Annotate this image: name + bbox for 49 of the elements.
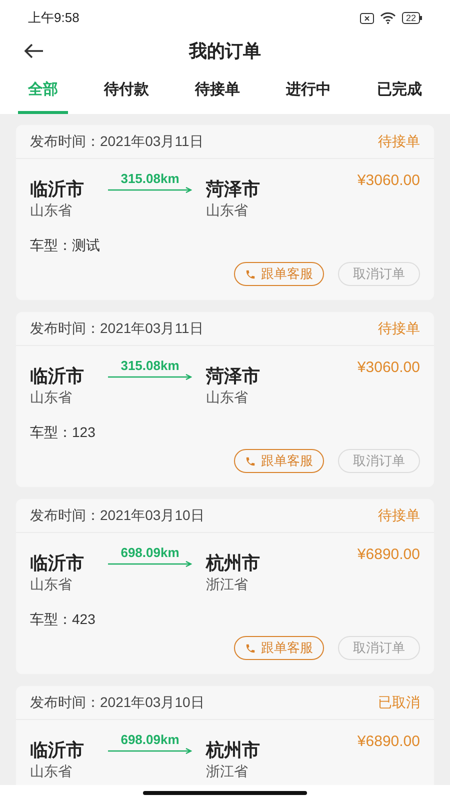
destination-city: 菏泽市 xyxy=(206,365,261,388)
origin-city: 临沂市 xyxy=(30,739,85,762)
distance-label: 698.09km xyxy=(120,732,180,748)
origin-city: 临沂市 xyxy=(30,552,85,575)
origin-province: 山东省 xyxy=(30,388,73,406)
order-status: 待接单 xyxy=(378,319,420,338)
publish-date: 发布时间：2021年03月10日 xyxy=(30,506,204,525)
publish-date: 发布时间：2021年03月10日 xyxy=(30,693,204,712)
publish-date: 发布时间：2021年03月11日 xyxy=(30,319,204,338)
destination-province: 山东省 xyxy=(206,388,249,406)
origin-city: 临沂市 xyxy=(30,178,85,201)
page-title: 我的订单 xyxy=(189,40,261,62)
destination-city: 菏泽市 xyxy=(206,178,261,201)
origin-province: 山东省 xyxy=(30,575,73,593)
destination-province: 浙江省 xyxy=(206,575,249,593)
destination-city: 杭州市 xyxy=(206,552,261,575)
phone-icon xyxy=(245,642,256,654)
order-card[interactable]: 发布时间：2021年03月10日 已取消 临沂市 山东省 698.09km 杭州市 浙江省 ¥6890.00 xyxy=(16,686,434,785)
tab[interactable]: 进行中 xyxy=(276,70,341,114)
phone-icon xyxy=(245,456,256,466)
order-status: 已取消 xyxy=(378,693,420,712)
vehicle-type: 车型：423 xyxy=(30,610,96,629)
phone-icon xyxy=(245,268,256,280)
vehicle-type: 车型：123 xyxy=(30,423,96,442)
destination-province: 浙江省 xyxy=(206,762,249,780)
tab[interactable]: 待接单 xyxy=(185,70,250,114)
sim-icon xyxy=(360,12,374,24)
origin-city: 临沂市 xyxy=(30,365,85,388)
tab[interactable]: 已完成 xyxy=(367,70,432,114)
vehicle-type: 车型：测试 xyxy=(30,236,101,255)
order-price: ¥6890.00 xyxy=(357,545,420,565)
wifi-icon xyxy=(380,12,396,24)
order-status: 待接单 xyxy=(378,506,420,525)
battery-icon: 22 xyxy=(402,12,422,24)
distance-label: 315.08km xyxy=(120,358,180,374)
origin-province: 山东省 xyxy=(30,762,73,780)
distance-label: 315.08km xyxy=(120,171,180,187)
status-time: 上午9:58 xyxy=(28,9,80,28)
distance-label: 698.09km xyxy=(120,545,180,561)
origin-province: 山东省 xyxy=(30,201,73,219)
back-icon[interactable] xyxy=(24,43,44,59)
order-price: ¥6890.00 xyxy=(357,732,420,752)
publish-date: 发布时间：2021年03月11日 xyxy=(30,132,204,151)
destination-city: 杭州市 xyxy=(206,739,261,762)
order-price: ¥3060.00 xyxy=(357,171,420,191)
destination-province: 山东省 xyxy=(206,201,249,219)
order-price: ¥3060.00 xyxy=(357,358,420,378)
order-status: 待接单 xyxy=(378,132,420,151)
tab[interactable]: 待付款 xyxy=(94,70,159,114)
